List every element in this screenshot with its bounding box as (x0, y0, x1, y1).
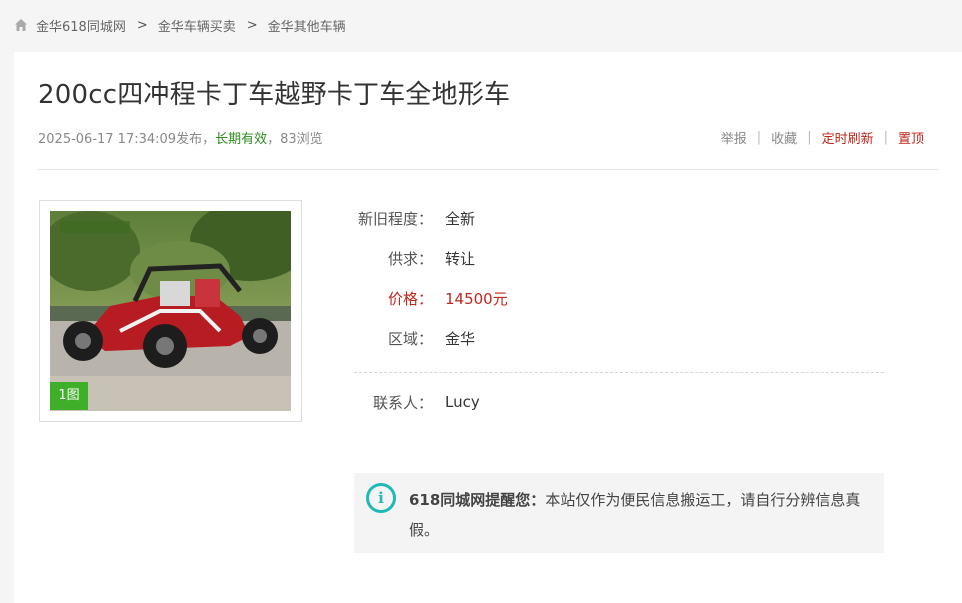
image-count-badge: 1图 (50, 382, 88, 410)
condition-value: 全新 (445, 209, 476, 228)
home-icon[interactable] (14, 18, 28, 32)
details-divider (354, 372, 884, 373)
breadcrumb-separator: > (136, 17, 148, 33)
action-separator: | (756, 130, 762, 145)
listing-panel: 200cc四冲程卡丁车越野卡丁车全地形车 2025-06-17 17:34:09… (14, 52, 962, 603)
region-label: 区域： (387, 329, 433, 348)
listing-title: 200cc四冲程卡丁车越野卡丁车全地形车 (38, 80, 511, 110)
detail-region: 区域： 金华 (354, 326, 475, 350)
detail-condition: 新旧程度： 全新 (354, 206, 475, 230)
price-value: 14500元 (445, 289, 508, 308)
breadcrumb-link-vehicles[interactable]: 金华车辆买卖 (158, 16, 236, 35)
go-kart-photo[interactable] (50, 211, 291, 411)
safety-notice: i 618同城网提醒您：本站仅作为便民信息搬运工，请自行分辨信息真假。 (354, 473, 884, 553)
supply-label: 供求： (387, 249, 433, 268)
breadcrumb-separator: > (246, 17, 258, 33)
pin-top-link[interactable]: 置顶 (898, 128, 924, 147)
listing-meta: 2025-06-17 17:34:09发布，长期有效，83浏览 (38, 128, 323, 147)
favorite-link[interactable]: 收藏 (771, 128, 797, 147)
action-separator: | (807, 130, 812, 145)
listing-actions: 举报 | 收藏 | 定时刷新 | 置顶 (721, 128, 924, 147)
detail-supply: 供求： 转让 (354, 246, 475, 270)
header-divider (38, 169, 938, 170)
breadcrumb: 金华618同城网 > 金华车辆买卖 > 金华其他车辆 (14, 14, 346, 36)
supply-value: 转让 (445, 249, 476, 268)
report-link[interactable]: 举报 (721, 128, 747, 147)
contact-value: Lucy (445, 393, 480, 411)
detail-price: 价格： 14500元 (354, 286, 508, 310)
view-count: ，83浏览 (267, 132, 323, 147)
listing-thumbnail[interactable]: 1图 (39, 200, 302, 422)
action-separator: | (883, 130, 888, 145)
validity-status: 长期有效 (215, 132, 268, 147)
detail-contact: 联系人： Lucy (354, 390, 480, 414)
price-label: 价格： (387, 289, 433, 308)
info-icon: i (366, 483, 396, 513)
breadcrumb-link-home[interactable]: 金华618同城网 (36, 16, 126, 35)
region-value: 金华 (445, 329, 476, 348)
breadcrumb-link-other-vehicles[interactable]: 金华其他车辆 (268, 16, 346, 35)
publish-time: 2025-06-17 17:34:09发布， (38, 132, 216, 147)
contact-label: 联系人： (372, 393, 433, 412)
scheduled-refresh-link[interactable]: 定时刷新 (822, 128, 874, 147)
condition-label: 新旧程度： (357, 209, 433, 228)
notice-lead: 618同城网提醒您： (409, 491, 546, 509)
